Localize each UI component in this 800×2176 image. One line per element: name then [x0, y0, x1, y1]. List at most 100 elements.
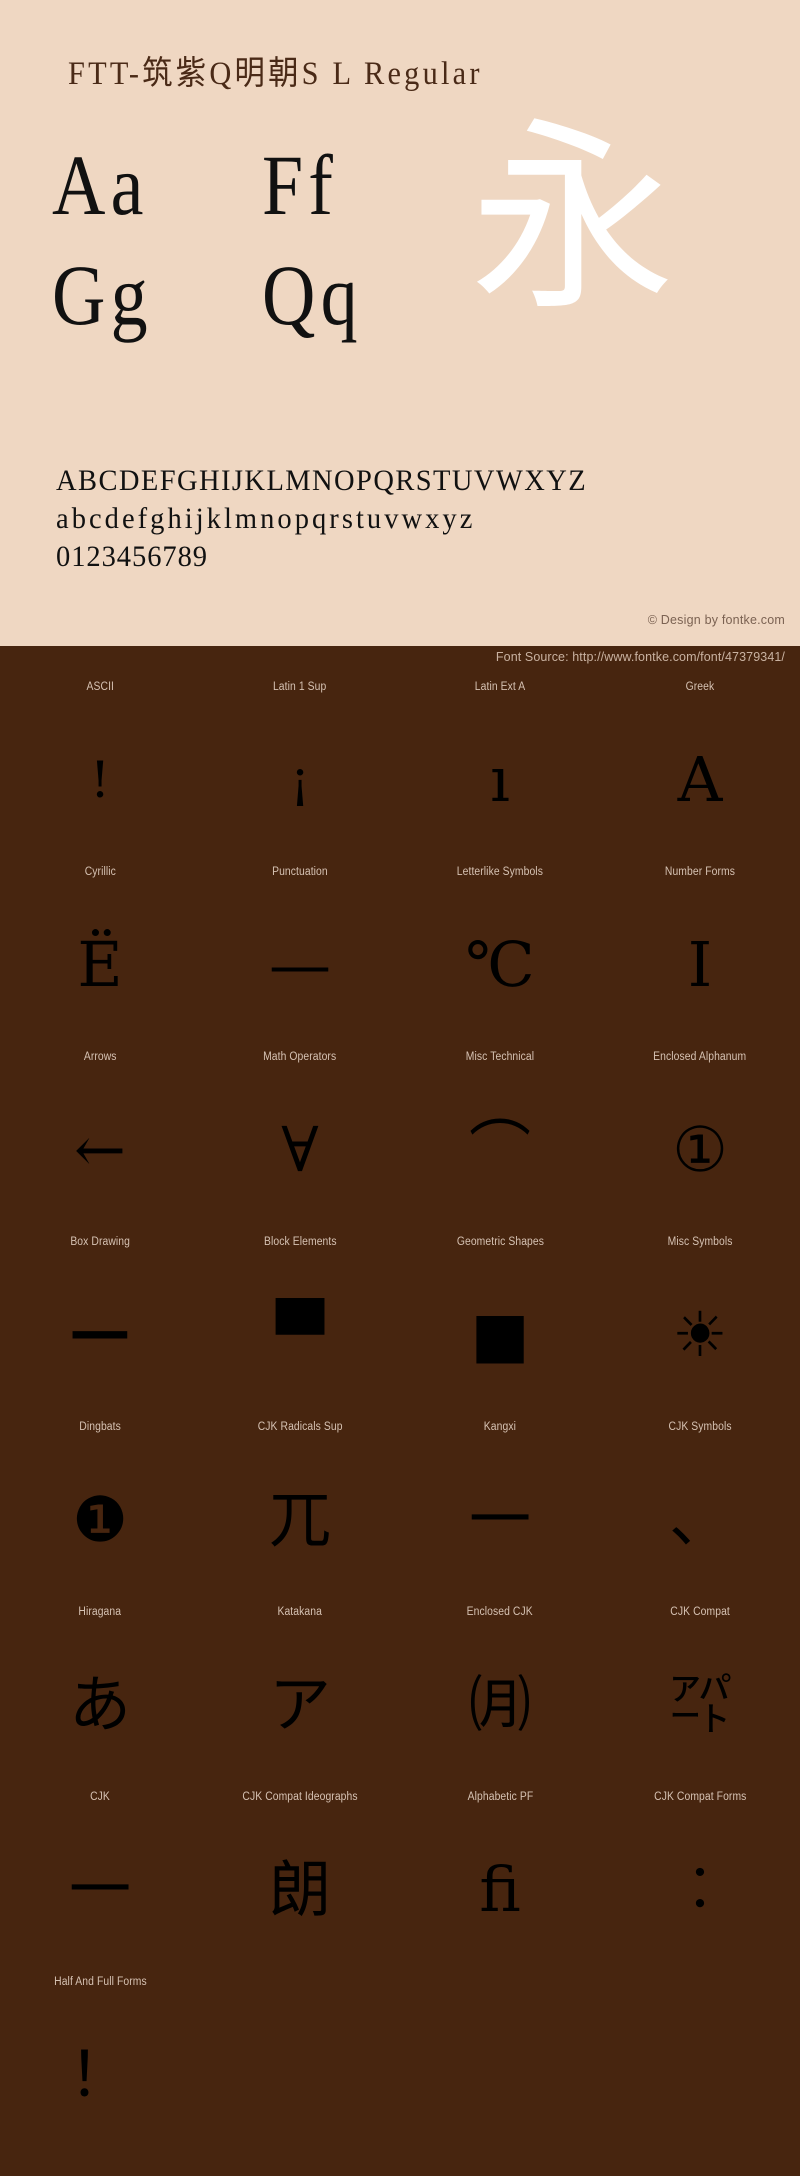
sample-letters-block: Aa Ff Gg Qq — [52, 130, 472, 350]
sample-letter-pair-Qq: Qq — [262, 247, 363, 343]
font-specimen-page: FTT-筑紫Q明朝S L Regular Aa Ff Gg Qq 永 ABCDE… — [0, 0, 800, 2176]
unicode-block-glyph: ─ — [73, 1282, 127, 1386]
unicode-block-label: Hiragana — [78, 1606, 122, 1618]
unicode-block-label: Math Operators — [263, 1051, 337, 1063]
sample-letter-row: Gg Qq — [52, 240, 472, 350]
unicode-block-label: Half And Full Forms — [53, 1976, 147, 1988]
unicode-block-cell[interactable]: Enclosed Alphanum ① — [600, 1047, 800, 1232]
unicode-block-cell[interactable]: Dingbats ❶ — [0, 1417, 200, 1602]
unicode-block-cell[interactable]: Greek Α — [600, 677, 800, 862]
unicode-block-cell[interactable]: CJK Radicals Sup 兀 — [200, 1417, 400, 1602]
unicode-block-cell[interactable]: CJK Compat ㌀ — [600, 1602, 800, 1787]
unicode-block-glyph: ı — [490, 742, 510, 816]
unicode-block-label: Enclosed CJK — [466, 1606, 534, 1618]
sample-letter-row: Aa Ff — [52, 130, 472, 240]
unicode-block-label: Number Forms — [664, 866, 736, 878]
unicode-block-label: CJK Radicals Sup — [257, 1421, 343, 1433]
page-title: FTT-筑紫Q明朝S L Regular — [68, 56, 483, 92]
unicode-block-glyph: ⼀ — [468, 1482, 531, 1556]
unicode-block-label: Misc Symbols — [667, 1236, 733, 1248]
unicode-block-cell — [200, 1972, 400, 2157]
unicode-block-cell[interactable]: Letterlike Symbols ℃ — [400, 862, 600, 1047]
unicode-block-label: Arrows — [83, 1051, 117, 1063]
unicode-block-glyph: ❶ — [72, 1482, 128, 1556]
unicode-block-glyph: 、 — [668, 1482, 731, 1556]
unicode-block-glyph: ︰ — [668, 1852, 731, 1926]
unicode-block-label: Cyrillic — [84, 866, 116, 878]
unicode-block-glyph: ¡ — [289, 750, 311, 809]
unicode-block-cell[interactable]: Katakana ア — [200, 1602, 400, 1787]
unicode-blocks-panel: Font Source: http://www.fontke.com/font/… — [0, 646, 800, 2176]
unicode-block-label: Latin 1 Sup — [273, 681, 327, 693]
unicode-block-label: Misc Technical — [465, 1051, 535, 1063]
unicode-block-label: Katakana — [277, 1606, 323, 1618]
unicode-block-glyph: 兀 — [268, 1482, 331, 1556]
design-credit: © Design by fontke.com — [647, 613, 785, 627]
unicode-block-glyph: — — [269, 927, 331, 1001]
unicode-block-glyph: ← — [74, 1112, 126, 1186]
unicode-block-cell[interactable]: Kangxi ⼀ — [400, 1417, 600, 1602]
unicode-block-cell[interactable]: Half And Full Forms ！ — [0, 1972, 200, 2157]
unicode-block-label: Enclosed Alphanum — [653, 1051, 747, 1063]
unicode-block-label: Letterlike Symbols — [456, 866, 544, 878]
unicode-block-glyph: Ё — [77, 927, 123, 1001]
unicode-block-cell[interactable]: Punctuation — — [200, 862, 400, 1047]
unicode-block-cell[interactable]: Hiragana あ — [0, 1602, 200, 1787]
unicode-block-label: Latin Ext A — [474, 681, 526, 693]
unicode-block-glyph: ！ — [68, 2037, 131, 2111]
unicode-block-glyph: ▀ — [276, 1297, 324, 1371]
unicode-block-label: Dingbats — [79, 1421, 121, 1433]
unicode-block-label: CJK Compat — [670, 1606, 730, 1618]
unicode-blocks-grid: ASCII! Latin 1 Sup ¡ Latin Ext A ı Greek Α Cyri… — [0, 677, 800, 2157]
unicode-block-cell — [400, 1972, 600, 2157]
alphabet-block: ABCDEFGHIJKLMNOPQRSTUVWXYZ abcdefghijklm… — [56, 462, 615, 576]
unicode-block-label: Alphabetic PF — [467, 1791, 533, 1803]
unicode-block-cell[interactable]: Math Operators ∀ — [200, 1047, 400, 1232]
alphabet-lowercase: abcdefghijklmnopqrstuvwxyz — [56, 502, 476, 535]
unicode-block-glyph: ㈪ — [468, 1667, 531, 1741]
unicode-block-cell[interactable]: Number Forms Ⅰ — [600, 862, 800, 1047]
unicode-block-cell[interactable]: ASCII! — [0, 677, 200, 862]
unicode-block-cell[interactable]: Cyrillic Ё — [0, 862, 200, 1047]
unicode-block-cell[interactable]: Geometric Shapes ■ — [400, 1232, 600, 1417]
unicode-block-glyph: ℃ — [465, 927, 535, 1001]
unicode-block-cell[interactable]: CJK 一 — [0, 1787, 200, 1972]
unicode-block-glyph: ! — [89, 750, 111, 809]
unicode-block-cell[interactable]: Block Elements ▀ — [200, 1232, 400, 1417]
unicode-block-glyph: ﬁ — [479, 1852, 521, 1926]
unicode-block-label: Greek — [685, 681, 715, 693]
unicode-block-cell[interactable]: Enclosed CJK ㈪ — [400, 1602, 600, 1787]
unicode-block-label: CJK Symbols — [668, 1421, 732, 1433]
unicode-block-cell[interactable]: Latin Ext A ı — [400, 677, 600, 862]
unicode-block-cell[interactable]: Misc Symbols ☀ — [600, 1232, 800, 1417]
unicode-block-glyph: 一 — [68, 1852, 131, 1926]
unicode-block-cell[interactable]: Latin 1 Sup ¡ — [200, 677, 400, 862]
unicode-block-label: Punctuation — [272, 866, 328, 878]
unicode-block-glyph: Ⅰ — [687, 927, 713, 1001]
unicode-block-label: CJK — [90, 1791, 110, 1803]
unicode-block-label: Block Elements — [263, 1236, 337, 1248]
unicode-block-glyph: 朗 — [268, 1852, 331, 1926]
unicode-block-glyph: ∀ — [281, 1112, 319, 1186]
unicode-block-label: CJK Compat Forms — [653, 1791, 747, 1803]
cjk-showcase-glyph: 永 — [470, 101, 675, 339]
unicode-block-label: Box Drawing — [70, 1236, 130, 1248]
unicode-block-cell[interactable]: Arrows ← — [0, 1047, 200, 1232]
hero-panel: FTT-筑紫Q明朝S L Regular Aa Ff Gg Qq 永 ABCDE… — [0, 0, 800, 646]
unicode-block-glyph: ① — [672, 1112, 728, 1186]
alphabet-uppercase: ABCDEFGHIJKLMNOPQRSTUVWXYZ — [56, 464, 588, 497]
sample-letter-pair-Ff: Ff — [262, 137, 339, 233]
font-source-link[interactable]: Font Source: http://www.fontke.com/font/… — [496, 650, 785, 664]
unicode-block-cell[interactable]: Box Drawing ─ — [0, 1232, 200, 1417]
unicode-block-cell[interactable]: CJK Compat Ideographs 朗 — [200, 1787, 400, 1972]
unicode-block-glyph: ■ — [470, 1297, 530, 1371]
unicode-block-label: ASCII — [86, 681, 114, 693]
sample-letter-pair-Aa: Aa — [52, 137, 149, 233]
unicode-block-cell[interactable]: CJK Compat Forms ︰ — [600, 1787, 800, 1972]
unicode-block-cell[interactable]: CJK Symbols 、 — [600, 1417, 800, 1602]
unicode-block-cell — [600, 1972, 800, 2157]
unicode-block-cell[interactable]: Misc Technical ⌒ — [400, 1047, 600, 1232]
unicode-block-glyph: ☀ — [672, 1297, 728, 1371]
unicode-block-cell[interactable]: Alphabetic PF ﬁ — [400, 1787, 600, 1972]
alphabet-digits: 0123456789 — [56, 540, 208, 573]
